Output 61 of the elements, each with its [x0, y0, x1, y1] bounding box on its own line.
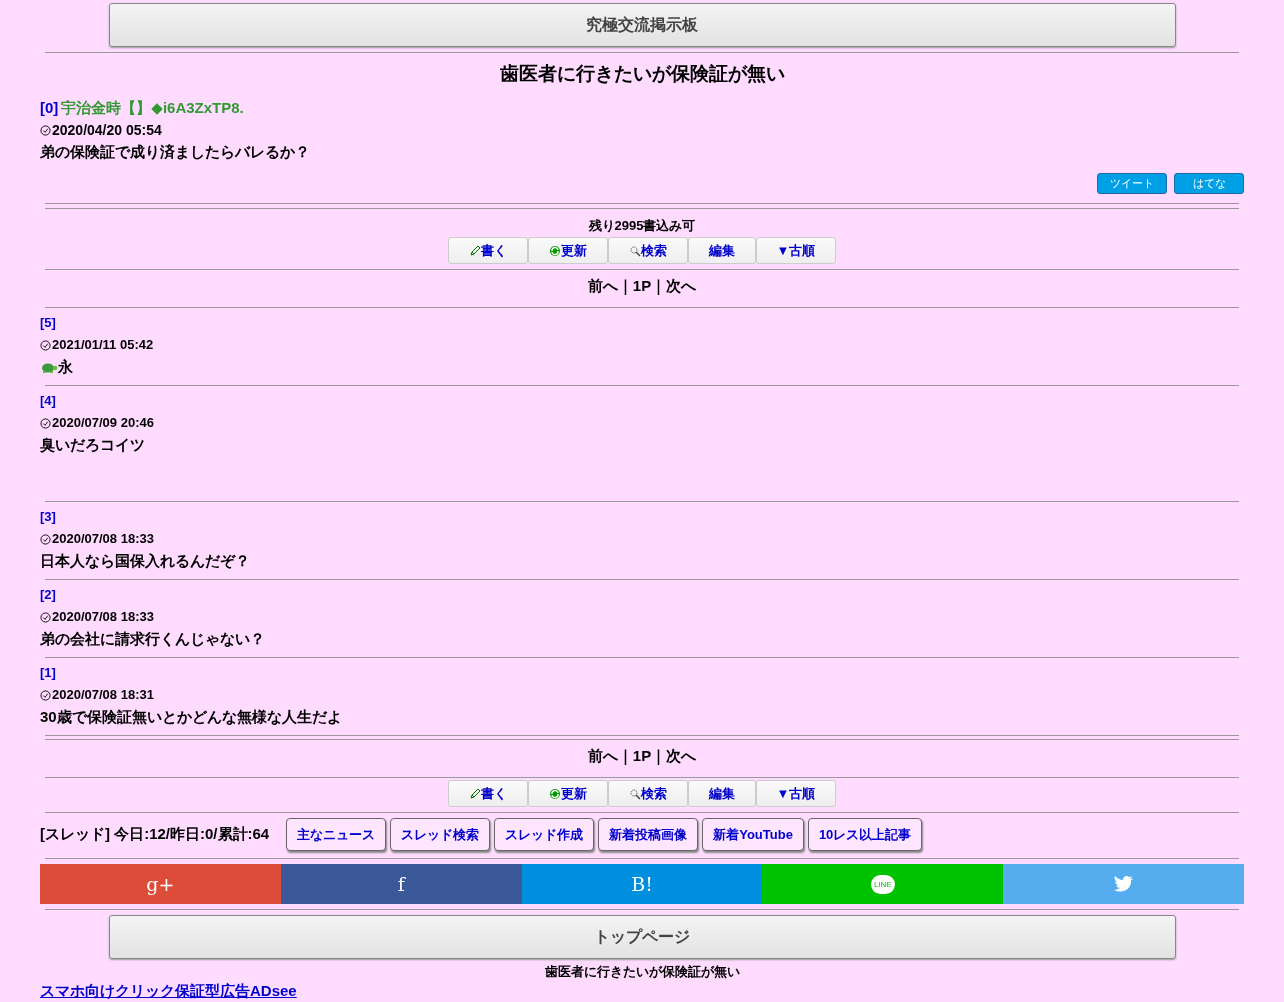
post-number[interactable]: [4] — [40, 393, 56, 408]
refresh-icon — [549, 787, 561, 800]
search-icon — [629, 787, 641, 800]
post-date: 2020/04/20 05:54 — [52, 121, 162, 140]
clock-icon — [40, 339, 51, 351]
toolbar-button[interactable]: 編集 — [688, 237, 756, 264]
remaining-count: 残り2995書込み可 — [587, 217, 697, 235]
pager[interactable]: 前へ｜1P｜次へ — [40, 740, 1244, 772]
share-button[interactable]: B! — [521, 864, 763, 904]
nav-link-button[interactable]: 新着YouTube — [702, 818, 804, 851]
post-number[interactable]: [2] — [40, 587, 56, 602]
toolbar-button[interactable]: ▼古順 — [756, 237, 836, 264]
share-button[interactable]: f — [280, 864, 522, 904]
bird-icon — [1113, 876, 1134, 892]
clock-icon — [40, 417, 51, 429]
poster-name: 宇治金時【】◆i6A3ZxTP8. — [61, 99, 244, 116]
toolbar-button[interactable]: 編集 — [688, 780, 756, 807]
nav-link-button[interactable]: 新着投稿画像 — [598, 818, 699, 851]
post-number[interactable]: [3] — [40, 509, 56, 524]
toolbar-button[interactable]: ▼古順 — [756, 780, 836, 807]
clock-icon — [40, 689, 51, 701]
post-date: 2020/07/08 18:31 — [52, 686, 154, 704]
post-number[interactable]: [5] — [40, 315, 56, 330]
clock-icon — [40, 533, 51, 545]
refresh-icon — [549, 244, 561, 257]
pencil-icon — [469, 244, 481, 257]
nav-link-button[interactable]: 主なニュース — [286, 818, 387, 851]
board-title-button[interactable]: 究極交流掲示板 — [108, 3, 1176, 47]
ad-link[interactable]: スマホ向けクリック保証型広告ADsee — [40, 982, 297, 999]
nav-link-button[interactable]: スレッド作成 — [494, 818, 595, 851]
post-body: 永 — [58, 357, 73, 377]
toolbar-button[interactable]: 検索 — [608, 237, 688, 264]
toolbar-button[interactable]: 更新 — [528, 237, 608, 264]
post-body: 日本人なら国保入れるんだぞ？ — [40, 551, 250, 571]
post-body: 臭いだろコイツ — [40, 435, 145, 455]
toolbar-button[interactable]: 更新 — [528, 780, 608, 807]
clock-icon — [40, 124, 51, 136]
post-number[interactable]: [0] — [40, 99, 59, 116]
nav-link-button[interactable]: 10レス以上記事 — [807, 818, 923, 851]
thread-title: 歯医者に行きたいが保険証が無い — [498, 62, 786, 86]
post-body: 弟の会社に請求行くんじゃない？ — [40, 629, 265, 649]
nav-link-button[interactable]: スレッド検索 — [390, 818, 491, 851]
post-date: 2020/07/09 20:46 — [52, 414, 154, 432]
pencil-icon — [469, 787, 481, 800]
toolbar-button[interactable]: 書く — [448, 237, 528, 264]
thread-stats: [スレッド] 今日:12/昨日:0/累計:64 — [40, 825, 270, 844]
toolbar-button[interactable]: 検索 — [608, 780, 688, 807]
post-body: 30歳で保険証無いとかどんな無様な人生だよ — [40, 707, 342, 727]
post-body: 弟の保険証で成り済ましたらバレるか？ — [40, 142, 311, 162]
share-button[interactable]: g+ — [40, 864, 281, 904]
share-button[interactable] — [1003, 864, 1244, 904]
toolbar-button[interactable]: 書く — [448, 780, 528, 807]
footer-thread-title: 歯医者に行きたいが保険証が無い — [543, 964, 741, 979]
post-number[interactable]: [1] — [40, 665, 56, 680]
pager[interactable]: 前へ｜1P｜次へ — [40, 270, 1244, 302]
post-date: 2021/01/11 05:42 — [52, 336, 154, 354]
search-icon — [629, 244, 641, 257]
post-date: 2020/07/08 18:33 — [52, 608, 154, 626]
clock-icon — [40, 611, 51, 623]
post-date: 2020/07/08 18:33 — [52, 530, 154, 548]
top-page-button[interactable]: トップページ — [108, 915, 1176, 959]
